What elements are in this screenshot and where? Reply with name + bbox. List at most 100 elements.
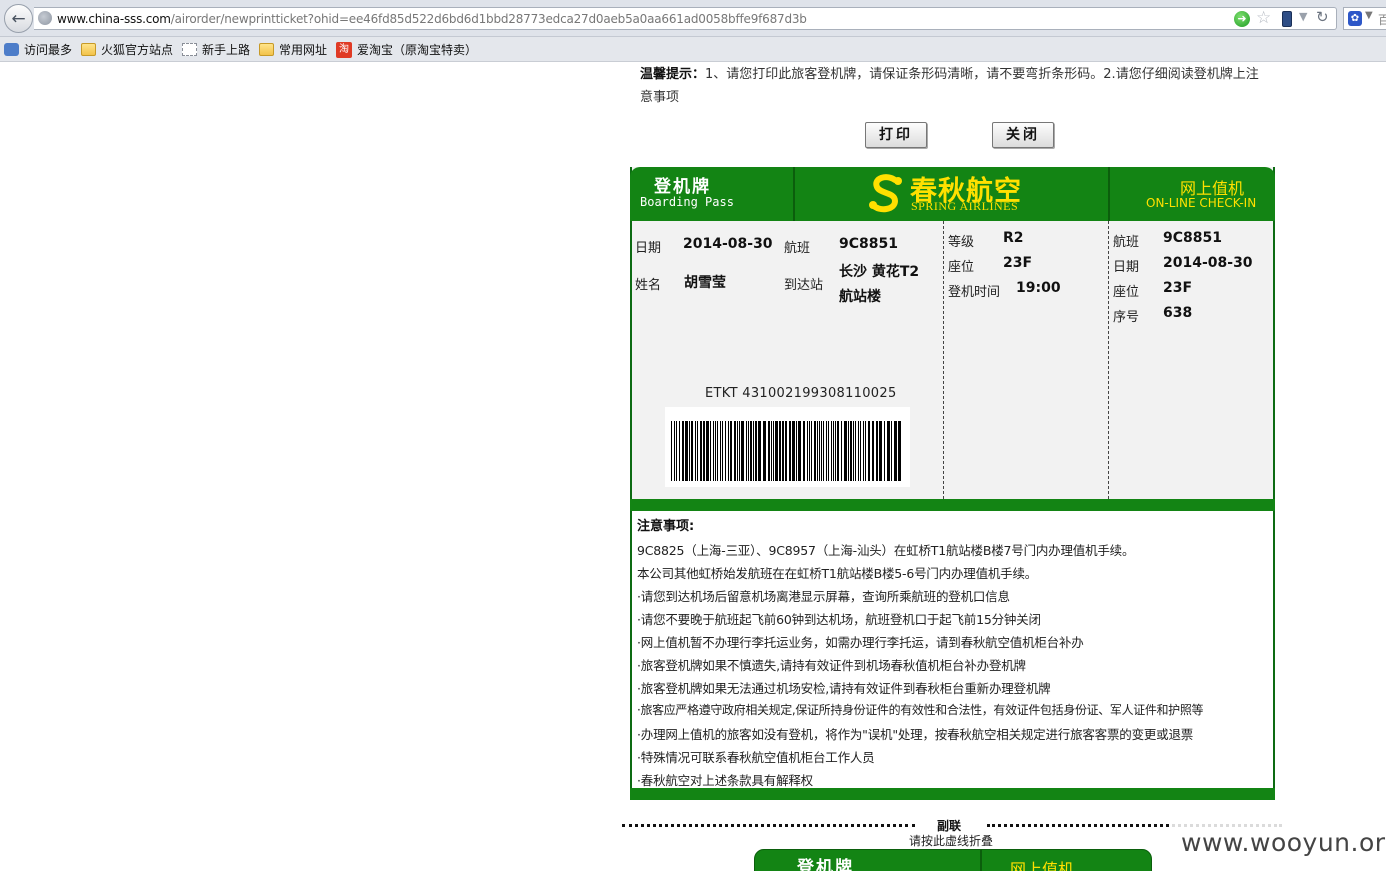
browser-toolbar: ← www.china-sss.com/airorder/newprinttic… [0, 0, 1386, 37]
eticket-number: ETKT 431002199308110025 [705, 386, 897, 401]
stub-date-value: 2014-08-30 [1163, 255, 1253, 271]
url-text[interactable]: www.china-sss.com/airorder/newprintticke… [57, 12, 807, 26]
note-item: ·办理网上值机的旅客如没有登机，将作为"误机"处理，按春秋航空相关规定进行旅客客… [637, 727, 1194, 742]
pass-divider-band [630, 499, 1275, 511]
barcode-bar [868, 421, 870, 481]
stub-flight-value: 9C8851 [1163, 230, 1222, 246]
barcode-bar [807, 421, 808, 481]
barcode-bar [848, 421, 849, 481]
barcode-bar [821, 421, 822, 481]
name-label: 姓名 [635, 278, 662, 293]
spring-airlines-logo-icon [869, 174, 902, 213]
address-bar[interactable]: www.china-sss.com/airorder/newprintticke… [34, 7, 1337, 30]
barcode-bar [876, 421, 878, 481]
reload-icon[interactable]: ↻ [1316, 8, 1329, 26]
back-button[interactable]: ← [4, 4, 33, 33]
note-item: ·春秋航空对上述条款具有解释权 [637, 773, 813, 788]
bookmark-ai-taobao[interactable]: 淘爱淘宝（原淘宝特卖） [336, 41, 477, 58]
destination-label: 到达站 [784, 278, 824, 293]
bookmark-most-visited[interactable]: 访问最多 [4, 41, 72, 58]
barcode-bar [737, 421, 738, 481]
print-tip: 温馨提示：1、请您打印此旅客登机牌，请保证条形码清晰，请不要弯折条形码。2.请您… [640, 63, 1270, 109]
barcode-bar [746, 421, 747, 481]
baidu-paw-icon[interactable]: ✿ [1348, 11, 1362, 26]
barcode-bar [853, 421, 854, 481]
destination-value-2: 航站楼 [839, 289, 881, 305]
folder-icon [81, 43, 96, 56]
url-domain: www.china-sss.com [57, 12, 171, 26]
chevron-down-icon[interactable]: ▼ [1299, 10, 1307, 23]
barcode-bar [850, 421, 852, 481]
barcode-bar [674, 421, 675, 481]
barcode-bar [814, 421, 816, 481]
url-path: /airorder/newprintticket?ohid=ee46fd85d5… [170, 12, 807, 26]
print-button[interactable]: 打印 [865, 122, 927, 148]
taobao-icon: 淘 [336, 41, 352, 58]
stub-flight-label: 航班 [1113, 235, 1140, 250]
folder-icon [259, 43, 274, 56]
barcode-bar [689, 421, 690, 481]
section-divider [943, 221, 944, 499]
boarding-pass-header: 登机牌 Boarding Pass 春秋航空 SPRING AIRLINES 网… [630, 167, 1275, 221]
note-item: 本公司其他虹桥始发航班在在虹桥T1航站楼B楼5-6号门内办理值机手续。 [637, 566, 1038, 581]
barcode-bar [703, 421, 705, 481]
sequence-value: 638 [1163, 305, 1193, 321]
barcode-bar [755, 421, 757, 481]
go-icon[interactable]: ➜ [1234, 11, 1250, 27]
barcode-bar [753, 421, 754, 481]
barcode-bar [865, 421, 866, 481]
watermark: www.wooyun.org [1181, 828, 1386, 857]
stub-date-label: 日期 [1113, 260, 1140, 275]
mobile-icon[interactable] [1282, 11, 1292, 27]
barcode-bar [679, 421, 680, 481]
barcode-bar [695, 421, 696, 481]
class-value: R2 [1003, 230, 1024, 246]
stub-checkin-cn: 网上值机 [1010, 860, 1075, 871]
barcode-bar [682, 421, 684, 481]
search-engine-dropdown-icon[interactable]: ▼ [1365, 10, 1373, 21]
barcode-bar [789, 421, 791, 481]
close-button[interactable]: 关闭 [992, 122, 1054, 148]
notes-section: 注意事项: 9C8825（上海-三亚）、9C8957（上海-汕头）在虹桥T1航站… [630, 511, 1275, 788]
tip-text: 1、请您打印此旅客登机牌，请保证条形码清晰，请不要弯折条形码。2.请您仔细阅读登… [640, 67, 1259, 105]
barcode-bar [750, 421, 752, 481]
header-divider [1108, 167, 1110, 221]
barcode-bar [872, 421, 874, 481]
bookmark-common-sites[interactable]: 常用网址 [259, 41, 327, 58]
note-item: 9C8825（上海-三亚）、9C8957（上海-汕头）在虹桥T1航站楼B楼7号门… [637, 543, 1135, 558]
notes-title: 注意事项: [637, 519, 695, 534]
header-divider [980, 850, 982, 871]
barcode-bar [837, 421, 839, 481]
barcode-bar [831, 421, 832, 481]
barcode-bar [691, 421, 693, 481]
barcode-bar [898, 421, 901, 481]
barcode-bar [879, 421, 882, 481]
barcode-bar [792, 421, 795, 481]
stub-title: 登机牌 [797, 858, 854, 871]
boarding-pass-subtitle: Boarding Pass [640, 195, 734, 209]
stub-seat-value: 23F [1163, 280, 1193, 296]
barcode-bar [713, 421, 714, 481]
barcode-bar [720, 421, 721, 481]
stub-seat-label: 座位 [1113, 285, 1140, 300]
note-item: ·特殊情况可联系春秋航空值机柜台工作人员 [637, 750, 875, 765]
note-item: ·旅客登机牌如果无法通过机场安检,请持有效证件到春秋柜台重新办理登机牌 [637, 681, 1051, 696]
search-input[interactable]: 百 [1378, 11, 1386, 28]
bookmarks-bar: 访问最多 火狐官方站点 新手上路 常用网址 淘爱淘宝（原淘宝特卖） [0, 37, 1386, 62]
barcode-bar [700, 421, 702, 481]
barcode-bar [860, 421, 861, 481]
flight-label: 航班 [784, 241, 811, 256]
bookmark-getting-started[interactable]: 新手上路 [182, 41, 250, 58]
search-box[interactable]: ✿ ▼ 百 [1343, 7, 1386, 30]
bookmark-label: 访问最多 [24, 43, 73, 57]
note-item: ·请您到达机场后留意机场离港显示屏幕，查询所乘航班的登机口信息 [637, 589, 1010, 604]
header-divider [793, 167, 795, 221]
note-item: ·旅客应严格遵守政府相关规定,保证所持身份证件的有效性和合法性，有效证件包括身份… [637, 703, 1204, 717]
bookmark-firefox-site[interactable]: 火狐官方站点 [81, 41, 173, 58]
bookmark-star-icon[interactable]: ☆ [1256, 8, 1271, 28]
stub-boarding-pass-header: 登机牌 网上值机 [754, 849, 1152, 871]
barcode-bar [748, 421, 749, 481]
barcode-bar [894, 421, 897, 481]
barcode-bar [785, 421, 787, 481]
site-identity-icon[interactable] [38, 11, 52, 25]
